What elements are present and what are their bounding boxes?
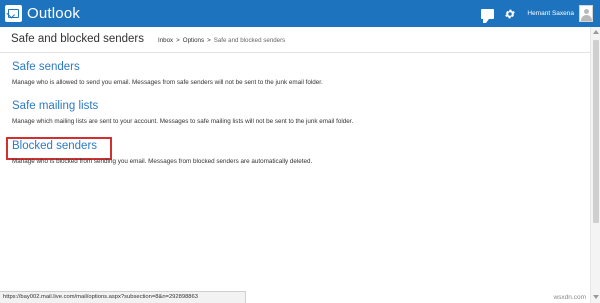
avatar-icon[interactable]	[579, 5, 593, 22]
breadcrumb-options-link[interactable]: Options	[183, 37, 204, 44]
breadcrumb-inbox-link[interactable]: Inbox	[158, 37, 173, 44]
top-right-controls: Hemant Saxena	[481, 4, 593, 23]
safe-senders-section: Safe senders Manage who is allowed to se…	[12, 61, 323, 86]
header-divider	[0, 52, 590, 53]
blocked-senders-section: Blocked senders Manage who is blocked fr…	[12, 140, 312, 165]
app-name: Outlook	[27, 5, 81, 22]
safe-mailing-lists-section: Safe mailing lists Manage which mailing …	[12, 100, 353, 125]
gear-icon[interactable]	[504, 8, 516, 20]
breadcrumb-separator: >	[176, 37, 180, 44]
safe-senders-description: Manage who is allowed to send you email.…	[12, 79, 323, 86]
breadcrumb-separator: >	[207, 37, 211, 44]
status-url: https://bay002.mail.live.com/mail/option…	[3, 294, 198, 300]
safe-senders-link[interactable]: Safe senders	[12, 61, 323, 73]
breadcrumb-current: Safe and blocked senders	[213, 37, 286, 44]
page-title: Safe and blocked senders	[11, 33, 144, 45]
chat-icon[interactable]	[481, 8, 495, 23]
outlook-options-page: Outlook Hemant Saxena Safe and blocked s…	[0, 0, 600, 303]
page-header: Safe and blocked senders Inbox > Options…	[11, 33, 285, 49]
outlook-logo-icon	[5, 5, 22, 22]
watermark: wsxdn.com	[553, 294, 586, 301]
blocked-senders-link[interactable]: Blocked senders	[12, 140, 312, 152]
safe-mailing-lists-description: Manage which mailing lists are sent to y…	[12, 118, 354, 125]
scroll-thumb[interactable]	[593, 40, 599, 223]
browser-status-bar: https://bay002.mail.live.com/mail/option…	[0, 291, 246, 303]
scroll-down-arrow-icon[interactable]	[593, 295, 599, 299]
user-name[interactable]: Hemant Saxena	[527, 10, 574, 17]
safe-mailing-lists-link[interactable]: Safe mailing lists	[12, 100, 353, 112]
breadcrumb: Inbox > Options > Safe and blocked sende…	[158, 37, 285, 44]
outlook-brand[interactable]: Outlook	[5, 4, 80, 23]
vertical-scrollbar[interactable]	[590, 27, 600, 303]
top-bar: Outlook Hemant Saxena	[0, 0, 600, 27]
blocked-senders-description: Manage who is blocked from sending you e…	[12, 158, 313, 165]
scroll-up-arrow-icon[interactable]	[593, 30, 599, 34]
